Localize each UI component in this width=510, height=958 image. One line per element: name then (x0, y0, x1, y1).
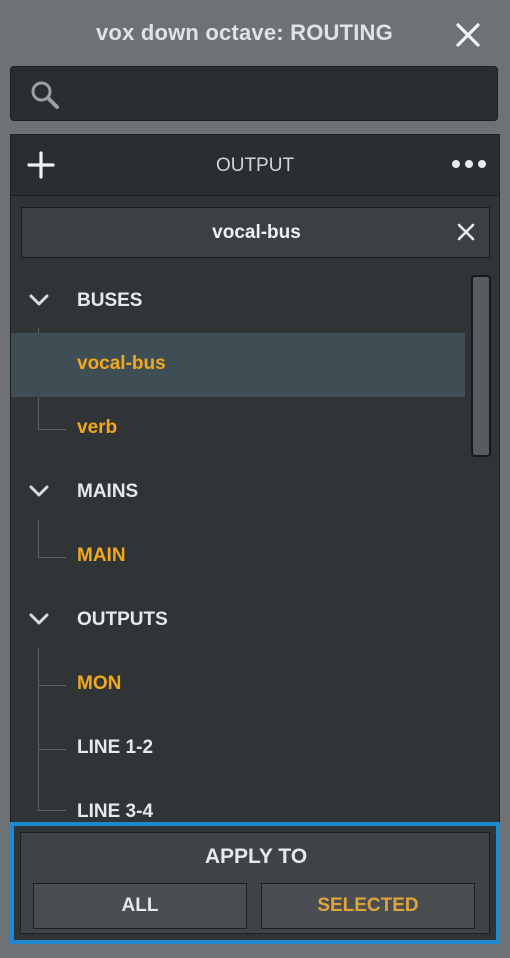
chevron-down-icon[interactable] (29, 484, 49, 498)
search-bar (10, 66, 498, 121)
search-input[interactable] (71, 77, 485, 113)
close-icon[interactable] (452, 19, 484, 51)
tree-item-label: verb (77, 417, 118, 438)
apply-selected-button[interactable]: SELECTED (261, 883, 475, 929)
title-bar: vox down octave: ROUTING (0, 0, 510, 66)
window-title: vox down octave: ROUTING (96, 20, 393, 45)
tree-item-label: vocal-bus (77, 353, 166, 374)
tree-group-label: BUSES (77, 290, 143, 311)
tree-item-main[interactable]: MAIN (11, 525, 465, 589)
tree-group-outputs[interactable]: OUTPUTS (11, 589, 465, 653)
tree-item-label: LINE 1-2 (77, 737, 154, 758)
apply-to-box: APPLY TO ALL SELECTED (20, 832, 490, 934)
selected-output-value: vocal-bus (212, 222, 301, 243)
tree-item-mon[interactable]: MON (11, 653, 465, 717)
tree-item-line-3-4[interactable]: LINE 3-4 (11, 781, 465, 822)
output-tree: BUSES vocal-bus verb MAINS MAIN OUTPUTS … (11, 270, 499, 822)
apply-to-section: APPLY TO ALL SELECTED (10, 822, 500, 944)
tree-group-label: MAINS (77, 481, 139, 502)
tree-item-label: MAIN (77, 545, 126, 566)
tree-item-line-1-2[interactable]: LINE 1-2 (11, 717, 465, 781)
tree-item-vocal-bus[interactable]: vocal-bus (11, 333, 465, 397)
scrollbar[interactable] (471, 275, 491, 457)
selected-output[interactable]: vocal-bus (21, 207, 490, 258)
search-icon (31, 81, 59, 109)
clear-icon[interactable] (456, 222, 476, 242)
output-header: OUTPUT (11, 135, 499, 196)
tree-group-mains[interactable]: MAINS (11, 461, 465, 525)
apply-all-button[interactable]: ALL (33, 883, 247, 929)
tree-item-verb[interactable]: verb (11, 397, 465, 461)
tree-group-label: OUTPUTS (77, 609, 168, 630)
tree-item-label: MON (77, 673, 122, 694)
apply-to-title: APPLY TO (204, 845, 308, 868)
tree-item-label: LINE 3-4 (77, 801, 154, 822)
chevron-down-icon[interactable] (29, 612, 49, 626)
more-icon[interactable] (451, 157, 487, 171)
routing-panel: vox down octave: ROUTING OUTPUT vocal-bu… (0, 0, 510, 958)
chevron-down-icon[interactable] (29, 293, 49, 307)
tree-group-buses[interactable]: BUSES (11, 270, 465, 334)
output-label: OUTPUT (215, 155, 295, 176)
